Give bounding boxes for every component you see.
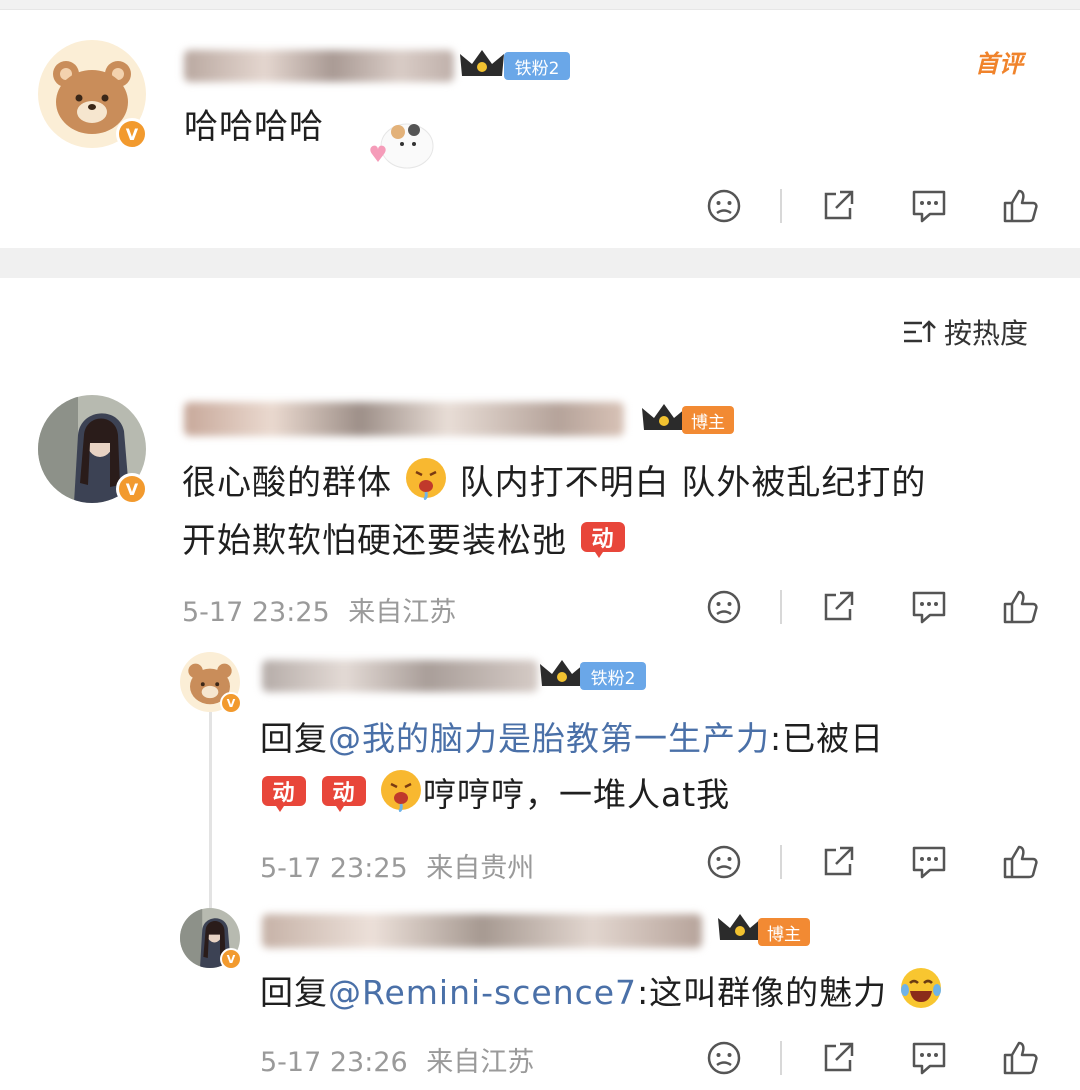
reply-text-part: 哼哼哼，一堆人at我	[423, 775, 731, 814]
like-button[interactable]	[998, 1036, 1042, 1080]
reply-text-line-1: 回复@Remini-scence7:这叫群像的魅力	[260, 966, 943, 1026]
like-icon	[1003, 1041, 1038, 1075]
share-button[interactable]	[816, 585, 860, 629]
comment-button[interactable]	[907, 840, 951, 884]
dislike-icon	[707, 189, 741, 223]
reply-time: 5-17 23:26	[260, 1047, 408, 1078]
mention-link[interactable]: @Remini-scence7	[328, 973, 637, 1012]
avatar[interactable]: V	[38, 40, 148, 150]
comment-meta: 5-17 23:25 来自江苏	[182, 590, 456, 629]
comment-text-part: 很心酸的群体	[182, 463, 392, 503]
reply-text-part: :已被日	[770, 719, 885, 758]
share-button[interactable]	[816, 840, 860, 884]
comment-text-line-1: 很心酸的群体 队内打不明白 队外被乱纪打的	[182, 456, 926, 516]
share-icon	[824, 846, 854, 876]
reply-meta: 5-17 23:25 来自贵州	[260, 846, 534, 885]
comment-button[interactable]	[907, 1036, 951, 1080]
sort-icon	[904, 320, 936, 343]
comment-icon	[912, 846, 946, 879]
dong-sticker-text: 动	[272, 781, 295, 806]
dislike-button[interactable]	[702, 184, 746, 228]
verified-badge-icon: V	[220, 692, 242, 714]
comment-location: 来自江苏	[348, 597, 457, 628]
reply-location: 来自江苏	[426, 1047, 535, 1078]
share-icon	[824, 190, 854, 220]
dislike-icon	[707, 845, 741, 879]
dong-sticker-icon: 动	[579, 520, 627, 576]
comment-icon	[912, 190, 946, 223]
avatar[interactable]: V	[180, 652, 242, 714]
dislike-icon	[707, 1041, 741, 1075]
fan-level-badge: 铁粉2	[504, 52, 570, 80]
drooling-emoji-icon	[404, 456, 448, 516]
reply-meta: 5-17 23:26 来自江苏	[260, 1040, 534, 1079]
share-button[interactable]	[816, 184, 860, 228]
comment-button[interactable]	[907, 184, 951, 228]
action-separator	[780, 1041, 782, 1075]
dong-sticker-icon: 动	[260, 774, 308, 830]
comment-icon	[912, 591, 946, 624]
blurred-username[interactable]	[262, 660, 538, 692]
like-button[interactable]	[998, 840, 1042, 884]
sort-label: 按热度	[944, 317, 1029, 350]
comment-text-part: 队内打不明白 队外被乱纪打的	[459, 463, 927, 503]
comment-text-part: 开始欺软怕硬还要装松弛	[182, 521, 567, 561]
dislike-button[interactable]	[702, 585, 746, 629]
share-icon	[824, 591, 854, 621]
reply-prefix: 回复	[260, 973, 328, 1012]
verified-badge-icon: V	[116, 473, 148, 505]
dong-sticker-icon: 动	[320, 774, 368, 830]
author-badge: 博主	[682, 406, 734, 434]
like-icon	[1003, 189, 1038, 223]
comment-text-line-2: 开始欺软怕硬还要装松弛 动	[182, 514, 627, 576]
crown-icon	[458, 46, 506, 86]
top-rule	[0, 0, 1080, 10]
comment-text: 哈哈哈哈	[184, 107, 324, 147]
like-icon	[1003, 845, 1038, 879]
sort-by-heat-button[interactable]: 按热度	[902, 312, 1028, 352]
action-separator	[780, 590, 782, 624]
comment-icon	[912, 1042, 946, 1075]
dong-sticker-text: 动	[332, 781, 355, 806]
reply-text-line-2: 动 动 哼哼哼，一堆人at我	[260, 768, 730, 830]
dislike-button[interactable]	[702, 1036, 746, 1080]
reply-prefix: 回复	[260, 719, 328, 758]
reply-location: 来自贵州	[426, 853, 535, 884]
blurred-username[interactable]	[184, 402, 624, 436]
blurred-username[interactable]	[184, 50, 454, 82]
blurred-username[interactable]	[262, 914, 702, 948]
verified-badge-icon: V	[116, 118, 148, 150]
verified-badge-icon: V	[220, 948, 242, 970]
dong-sticker-text: 动	[591, 527, 614, 552]
like-button[interactable]	[998, 585, 1042, 629]
cat-sticker-icon	[362, 110, 442, 180]
reply-time: 5-17 23:25	[260, 853, 408, 884]
crown-icon	[538, 656, 586, 696]
avatar[interactable]: V	[180, 908, 242, 970]
action-separator	[780, 845, 782, 879]
mention-link[interactable]: @我的脑力是胎教第一生产力	[328, 719, 770, 758]
avatar[interactable]: V	[38, 395, 148, 505]
crown-icon	[716, 910, 764, 950]
laughing-tears-emoji-icon	[899, 966, 943, 1026]
like-button[interactable]	[998, 184, 1042, 228]
like-icon	[1003, 590, 1038, 624]
drooling-emoji-icon	[379, 768, 423, 828]
action-separator	[780, 189, 782, 223]
crown-icon	[640, 400, 688, 440]
dislike-button[interactable]	[702, 840, 746, 884]
reply-text-line-1: 回复@我的脑力是胎教第一生产力:已被日	[260, 712, 884, 766]
comment-time: 5-17 23:25	[182, 597, 330, 628]
comment-button[interactable]	[907, 585, 951, 629]
reply-thread-line	[209, 712, 212, 912]
first-comment-label: 首评	[975, 50, 1023, 78]
reply-text-part: :这叫群像的魅力	[637, 973, 888, 1012]
section-divider	[0, 248, 1080, 278]
dislike-icon	[707, 590, 741, 624]
share-button[interactable]	[816, 1036, 860, 1080]
author-badge: 博主	[758, 918, 810, 946]
fan-level-badge: 铁粉2	[580, 662, 646, 690]
share-icon	[824, 1042, 854, 1072]
